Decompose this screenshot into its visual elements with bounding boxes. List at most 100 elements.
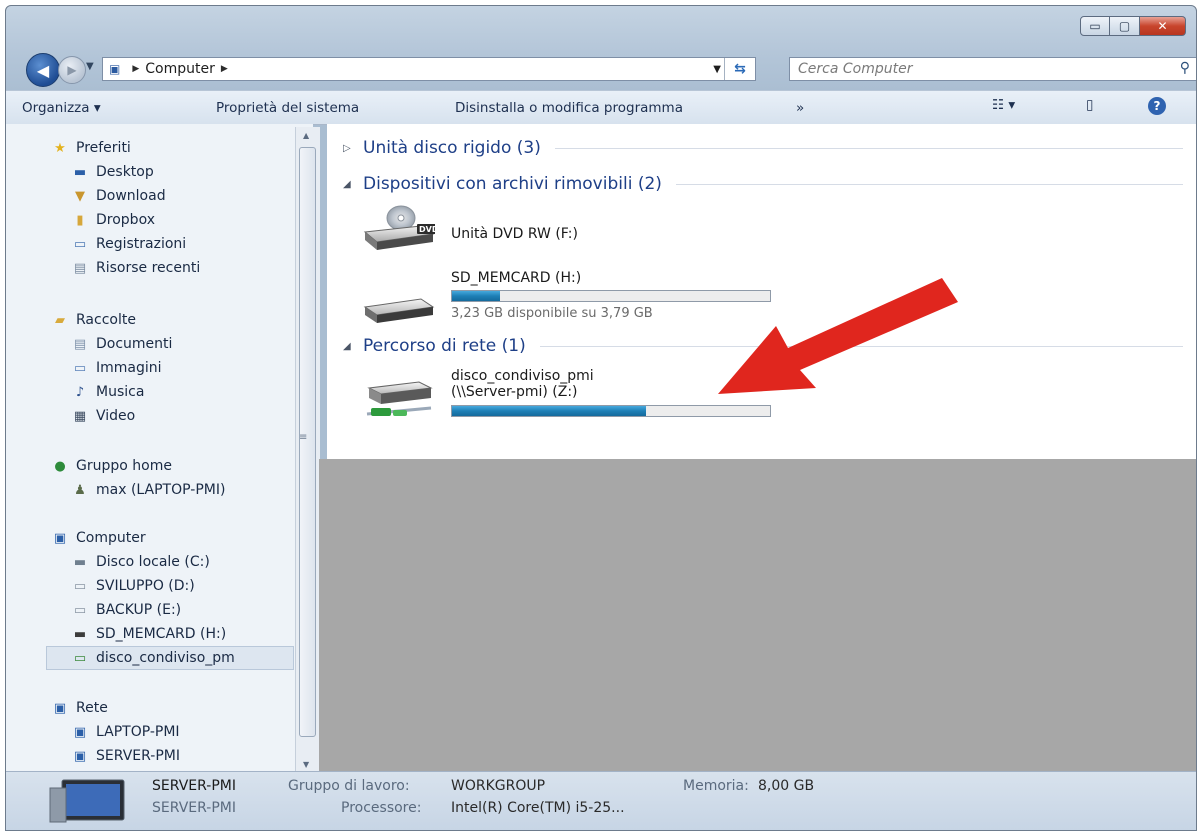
view-options-button[interactable]: ☷ ▾ <box>992 97 1015 113</box>
scroll-down-icon[interactable]: ▼ <box>303 760 309 769</box>
window-controls: ▭ ▢ ✕ <box>1080 16 1186 36</box>
recent-places-icon: ▤ <box>73 260 87 276</box>
nav-libraries[interactable]: ▰ Raccolte <box>50 312 136 328</box>
details-pane: SERVER-PMI Gruppo di lavoro: WORKGROUP M… <box>6 771 1196 830</box>
collapse-icon[interactable]: ◢ <box>343 341 353 352</box>
processor-label: Processore: <box>341 800 422 816</box>
breadcrumb-separator-icon[interactable]: ▶ <box>221 64 228 74</box>
computer-icon: ▣ <box>73 724 87 740</box>
memory-value: 8,00 GB <box>758 778 815 794</box>
nav-item-drive-d[interactable]: ▭ SVILUPPO (D:) <box>70 578 195 594</box>
group-divider <box>554 147 1183 149</box>
drive-path: (\\Server-pmi) (Z:) <box>451 384 578 400</box>
drive-name: disco_condiviso_pmi <box>451 368 594 384</box>
address-dropdown-icon[interactable]: ▼ <box>713 64 721 75</box>
breadcrumb-separator-icon[interactable]: ▶ <box>132 64 139 74</box>
recent-locations-button[interactable]: ▼ <box>86 61 94 72</box>
uninstall-program-button[interactable]: Disinstalla o modifica programma <box>455 100 683 116</box>
homegroup-icon: ● <box>54 458 66 474</box>
close-button[interactable]: ✕ <box>1140 16 1186 36</box>
search-input[interactable]: Cerca Computer ⚲ <box>789 57 1196 81</box>
help-icon: ? <box>1148 97 1166 115</box>
nav-item-server-pmi[interactable]: ▣ SERVER-PMI <box>70 748 180 764</box>
computer-icon: ▣ <box>109 62 121 76</box>
nav-item-drive-z[interactable]: ▭ disco_condiviso_pm <box>70 650 235 666</box>
forward-button[interactable]: ▶ <box>58 56 86 84</box>
nav-item-drive-c[interactable]: ▬ Disco locale (C:) <box>70 554 210 570</box>
monitor-icon: ▭ <box>73 236 87 252</box>
download-folder-icon: ▼ <box>75 188 85 204</box>
processor-value: Intel(R) Core(TM) i5-25... <box>451 800 625 816</box>
desktop-icon: ▬ <box>73 164 87 180</box>
group-hard-disks[interactable]: ▷ Unità disco rigido (3) <box>343 138 1183 158</box>
nav-item-registrazioni[interactable]: ▭ Registrazioni <box>70 236 186 252</box>
nav-item-recent[interactable]: ▤ Risorse recenti <box>70 260 200 276</box>
explorer-window: ▭ ▢ ✕ ◀ ▶ ▼ ▣ ▶ Computer ▶ ▼ ⇆ Cerca Com… <box>5 5 1197 831</box>
removable-drive-icon <box>363 298 435 323</box>
search-icon[interactable]: ⚲ <box>1180 60 1190 76</box>
drive-icon: ▭ <box>73 602 87 618</box>
nav-item-laptop-pmi[interactable]: ▣ LAPTOP-PMI <box>70 724 180 740</box>
nav-item-dropbox[interactable]: ▮ Dropbox <box>70 212 155 228</box>
minimize-button[interactable]: ▭ <box>1080 16 1110 36</box>
collapse-icon[interactable]: ◢ <box>343 179 353 190</box>
drive-name: Unità DVD RW (F:) <box>451 226 578 242</box>
drive-icon: ▭ <box>73 578 87 594</box>
nav-network[interactable]: ▣ Rete <box>50 700 108 716</box>
chevron-down-icon: ▼ <box>86 61 94 72</box>
arrow-right-icon: ▶ <box>67 63 77 77</box>
scroll-up-icon[interactable]: ▲ <box>303 131 309 140</box>
drive-usage-bar <box>451 405 771 417</box>
nav-homegroup[interactable]: ● Gruppo home <box>50 458 172 474</box>
workgroup-value: WORKGROUP <box>451 778 546 794</box>
nav-item-pictures[interactable]: ▭ Immagini <box>70 360 162 376</box>
folder-icon: ▮ <box>76 212 84 228</box>
system-properties-button[interactable]: Proprietà del sistema <box>216 100 359 116</box>
nav-favorites[interactable]: ★ Preferiti <box>50 140 131 156</box>
computer-icon <box>49 779 125 823</box>
annotation-arrow-icon <box>718 278 958 394</box>
nav-item-desktop[interactable]: ▬ Desktop <box>70 164 154 180</box>
drive-name: SD_MEMCARD (H:) <box>451 270 582 286</box>
network-drive-icon <box>366 381 433 416</box>
breadcrumb-computer[interactable]: Computer <box>145 61 215 77</box>
maximize-button[interactable]: ▢ <box>1110 16 1140 36</box>
nav-computer[interactable]: ▣ Computer <box>50 530 146 546</box>
navigation-scrollbar[interactable]: ▲ ≡ ▼ <box>295 127 320 773</box>
memory-label: Memoria: <box>683 778 749 794</box>
workgroup-label: Gruppo di lavoro: <box>288 778 410 794</box>
help-button[interactable]: ? <box>1148 97 1166 115</box>
user-icon: ♟ <box>74 482 86 498</box>
refresh-icon[interactable]: ⇆ <box>724 58 755 80</box>
drive-usage-fill <box>452 406 646 416</box>
nav-item-documents[interactable]: ▤ Documenti <box>70 336 173 352</box>
nav-item-drive-e[interactable]: ▭ BACKUP (E:) <box>70 602 181 618</box>
expand-icon[interactable]: ▷ <box>343 143 353 154</box>
group-removable[interactable]: ◢ Dispositivi con archivi rimovibili (2) <box>343 174 1183 194</box>
computer-icon: ▣ <box>53 530 67 546</box>
computer-name: SERVER-PMI <box>152 778 236 794</box>
nav-item-music[interactable]: ♪ Musica <box>70 384 145 400</box>
music-icon: ♪ <box>75 384 85 400</box>
preview-pane-button[interactable]: ▯ <box>1086 97 1093 113</box>
dvd-label: DVD <box>419 225 439 234</box>
nav-item-video[interactable]: ▦ Video <box>70 408 135 424</box>
search-placeholder: Cerca Computer <box>798 61 913 77</box>
group-divider <box>675 183 1183 185</box>
nav-item-homegroup-user[interactable]: ♟ max (LAPTOP-PMI) <box>70 482 225 498</box>
organize-button[interactable]: Organizza ▾ <box>22 100 101 116</box>
nav-item-drive-h[interactable]: ▬ SD_MEMCARD (H:) <box>70 626 226 642</box>
content-empty-area <box>319 459 1196 774</box>
libraries-icon: ▰ <box>55 312 65 328</box>
drive-usage-fill <box>452 291 500 301</box>
navigation-row: ◀ ▶ ▼ ▣ ▶ Computer ▶ ▼ ⇆ Cerca Computer … <box>26 53 1196 87</box>
more-commands-button[interactable]: » <box>796 100 804 116</box>
back-button[interactable]: ◀ <box>26 53 60 87</box>
removable-drive-icon: ▬ <box>73 626 87 642</box>
navigation-pane: ★ Preferiti ▬ Desktop ▼ Download ▮ Dropbox ▭… <box>6 124 313 774</box>
address-bar[interactable]: ▣ ▶ Computer ▶ ▼ ⇆ <box>102 57 756 81</box>
network-icon: ▣ <box>53 700 67 716</box>
nav-item-download[interactable]: ▼ Download <box>70 188 166 204</box>
drive-free-space: 3,23 GB disponibile su 3,79 GB <box>451 306 653 321</box>
pictures-icon: ▭ <box>73 360 87 376</box>
